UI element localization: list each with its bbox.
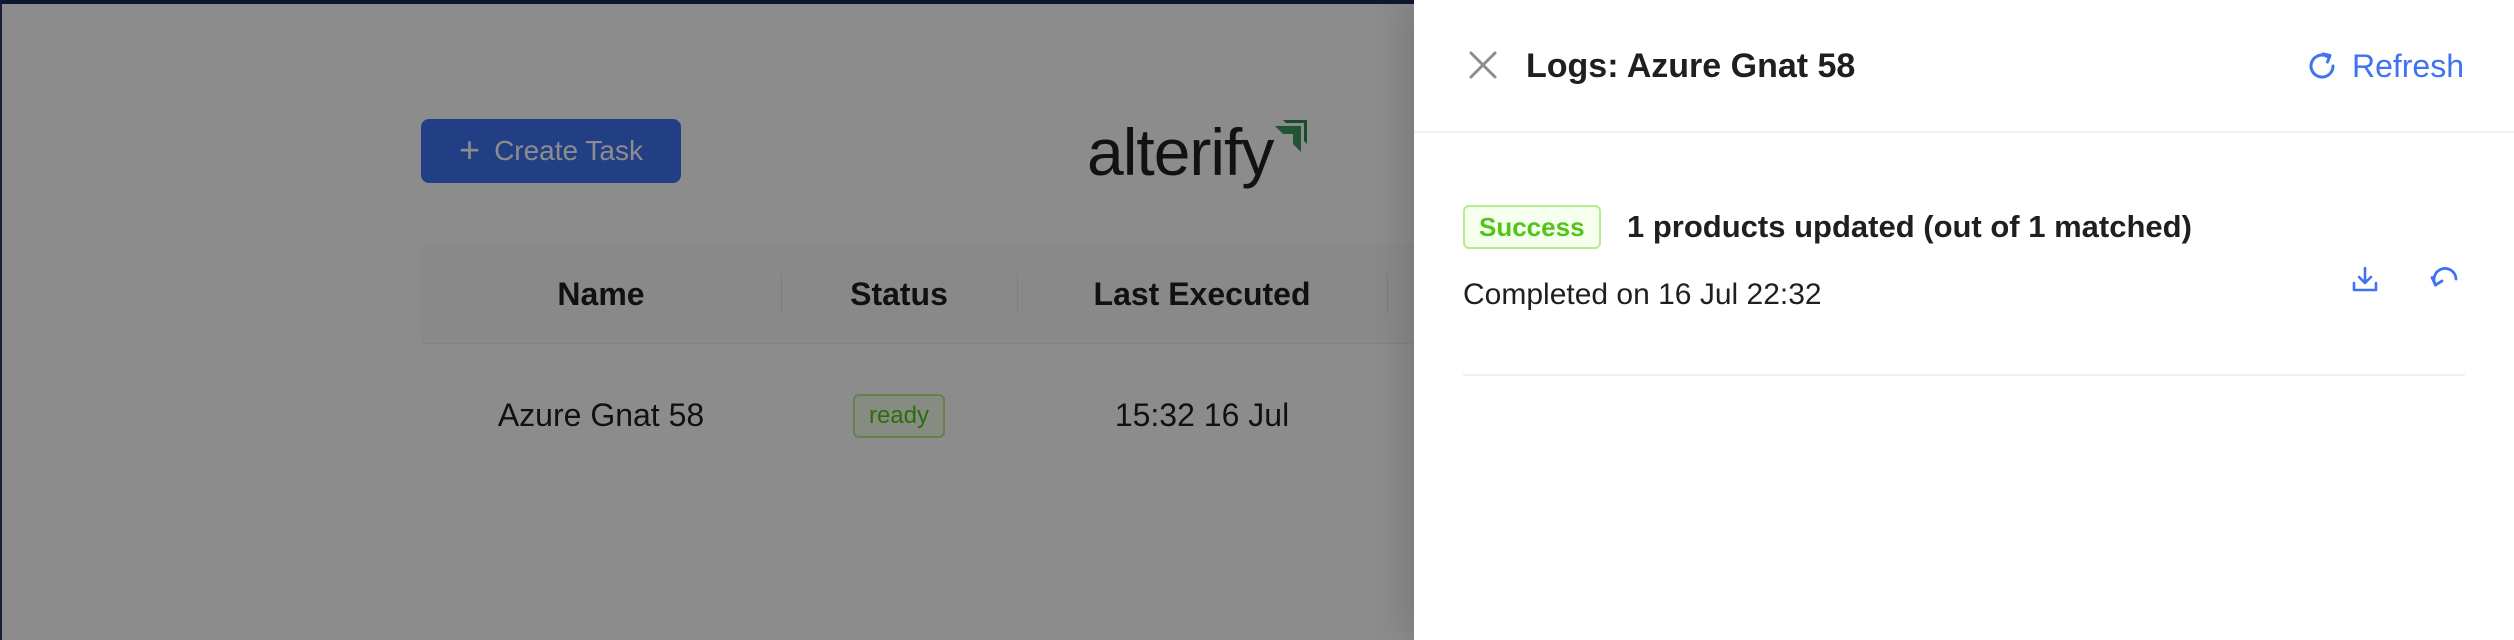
refresh-label: Refresh	[2351, 48, 2464, 84]
drawer-header: Logs: Azure Gnat 58 Refresh	[1414, 0, 2514, 133]
logs-drawer: Logs: Azure Gnat 58 Refresh Success 1 pr…	[1414, 0, 2514, 640]
close-button[interactable]	[1466, 48, 1500, 82]
refresh-button[interactable]: Refresh	[2306, 46, 2464, 86]
download-button[interactable]	[2343, 257, 2387, 301]
log-summary: 1 products updated (out of 1 matched)	[1627, 209, 2192, 244]
refresh-icon	[2309, 52, 2335, 79]
log-completed-time: Completed on 16 Jul 22:32	[1463, 278, 1822, 311]
drawer-title: Logs: Azure Gnat 58	[1526, 47, 1856, 85]
undo-button[interactable]	[2423, 257, 2467, 301]
success-badge: Success	[1463, 205, 1601, 249]
undo-icon	[2430, 267, 2458, 287]
log-item: Success 1 products updated (out of 1 mat…	[1463, 133, 2465, 376]
download-icon	[2352, 266, 2378, 292]
close-icon	[1469, 51, 1497, 79]
